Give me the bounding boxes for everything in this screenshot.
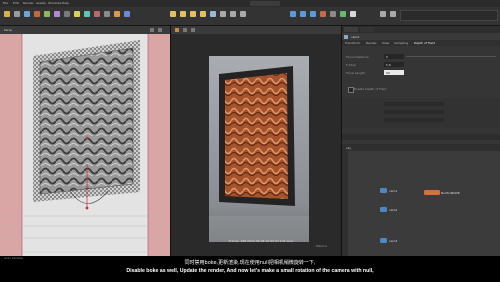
scene-viewport[interactable]: Persp — [0, 26, 171, 256]
file-tool-icon[interactable] — [124, 11, 130, 17]
null-tool-icon[interactable] — [94, 11, 100, 17]
helix-tool-icon[interactable] — [84, 11, 90, 17]
rbd-icon[interactable] — [350, 11, 356, 17]
right-panel: cam1 Transform Render View Sampling Dept… — [342, 26, 500, 256]
slider-track[interactable] — [406, 56, 496, 57]
node-label: cam1 — [389, 189, 398, 193]
desktop-selector[interactable] — [250, 1, 280, 6]
param-pane-tab[interactable] — [344, 27, 358, 32]
menu-file[interactable]: File — [3, 1, 8, 5]
stereo-camera-icon[interactable] — [240, 11, 246, 17]
menu-render[interactable]: Render — [23, 1, 34, 5]
layout-icon[interactable] — [390, 11, 396, 17]
param-field[interactable] — [384, 118, 444, 122]
render-image — [209, 56, 309, 242]
tab-sampling[interactable]: Sampling — [394, 41, 408, 45]
param-group — [342, 98, 500, 128]
render-engine-label: Mantra — [316, 244, 327, 248]
node-name: cam1 — [351, 34, 360, 39]
param-row: F-Stop 5.6 — [342, 62, 500, 68]
param-row: Enable Depth of Field — [342, 86, 500, 93]
tab-depth-of-field[interactable]: Depth of Field — [414, 41, 435, 45]
network-path[interactable]: obj — [346, 146, 351, 150]
render-info-text: Frame: 188 2024-05-06 10:52:47 137 secs — [229, 239, 294, 243]
node-label: cam2 — [389, 208, 398, 212]
viewport-canvas — [0, 34, 170, 256]
grid-tool-icon[interactable] — [24, 11, 30, 17]
network-side-toolbar — [342, 151, 348, 256]
network-toolbar: obj — [342, 144, 500, 151]
subtitle-english: Disable boke as well, Update the render,… — [126, 268, 374, 274]
param-field[interactable] — [384, 110, 444, 114]
sky-light-icon[interactable] — [200, 11, 206, 17]
box-tool-icon[interactable] — [14, 11, 20, 17]
param-row: Focus Distance 5 — [342, 54, 500, 60]
param-tabbar — [342, 26, 500, 33]
camera-tool-icon[interactable] — [104, 11, 110, 17]
param-header: cam1 — [342, 33, 500, 40]
menu-windows[interactable]: Windows — [48, 1, 61, 5]
node-label: NullforNODE — [441, 191, 460, 195]
tab-render[interactable]: Render — [366, 41, 377, 45]
param-value: 5 — [386, 55, 388, 59]
tree-pane-tab[interactable] — [360, 27, 374, 32]
vr-camera-icon[interactable] — [230, 11, 236, 17]
sphere-tool-icon[interactable] — [4, 11, 10, 17]
camera-icon[interactable] — [220, 11, 226, 17]
path-tool-icon[interactable] — [64, 11, 70, 17]
settings-icon[interactable] — [380, 11, 386, 17]
smoke-icon[interactable] — [330, 11, 336, 17]
desktop-tabs[interactable] — [400, 10, 498, 21]
param-label: Focus Distance — [346, 55, 369, 59]
spot-light-icon[interactable] — [180, 11, 186, 17]
point-light-icon[interactable] — [170, 11, 176, 17]
curve-tool-icon[interactable] — [54, 11, 60, 17]
grain-icon[interactable] — [340, 11, 346, 17]
area-light-icon[interactable] — [190, 11, 196, 17]
param-value: 50 — [386, 71, 390, 75]
network-editor[interactable]: obj cam1 cam2 cam3 NullforNODE — [342, 144, 500, 256]
view-menu-icon[interactable] — [150, 28, 154, 32]
viewport-camera-label[interactable]: Persp — [4, 28, 12, 32]
light-tool-icon[interactable] — [114, 11, 120, 17]
fluid-icon[interactable] — [300, 11, 306, 17]
menu-assets[interactable]: Assets — [36, 1, 46, 5]
param-field[interactable] — [384, 102, 444, 106]
param-tabs: Transform Render View Sampling Depth of … — [342, 40, 500, 46]
param-value: 5.6 — [386, 63, 391, 67]
param-row: Focal Length 50 — [342, 70, 500, 76]
subtitle-chinese: 同时禁用boke,更新渲染,现在使用null把相机稍微旋转一下, — [184, 260, 316, 266]
fire-icon[interactable] — [320, 11, 326, 17]
null-node[interactable] — [424, 190, 440, 195]
subtitle-bar: Auto Update 同时禁用boke,更新渲染,现在使用null把相机稍微旋… — [0, 256, 500, 282]
display-options-icon[interactable] — [158, 28, 162, 32]
tab-transform[interactable]: Transform — [345, 41, 360, 45]
torus-tool-icon[interactable] — [44, 11, 50, 17]
ocean-icon[interactable] — [310, 11, 316, 17]
camera-node-icon — [344, 34, 348, 39]
shelf-toolbar — [0, 7, 500, 26]
param-label: F-Stop — [346, 63, 356, 67]
camera-node[interactable] — [380, 207, 387, 212]
param-footer — [342, 134, 500, 140]
render-view[interactable]: Frame: 188 2024-05-06 10:52:47 137 secs … — [171, 26, 342, 256]
particle-icon[interactable] — [290, 11, 296, 17]
tube-tool-icon[interactable] — [34, 11, 40, 17]
env-light-icon[interactable] — [210, 11, 216, 17]
node-label: cam3 — [389, 239, 398, 243]
spiral-tool-icon[interactable] — [74, 11, 80, 17]
camera-node[interactable] — [380, 238, 387, 243]
param-label: Focal Length — [346, 71, 366, 75]
param-label: Enable Depth of Field — [354, 87, 387, 91]
menu-help[interactable]: Help — [62, 1, 69, 5]
camera-node[interactable] — [380, 188, 387, 193]
tab-view[interactable]: View — [382, 41, 389, 45]
menu-edit[interactable]: Edit — [13, 1, 19, 5]
viewport-toolbar: Persp — [0, 26, 170, 34]
